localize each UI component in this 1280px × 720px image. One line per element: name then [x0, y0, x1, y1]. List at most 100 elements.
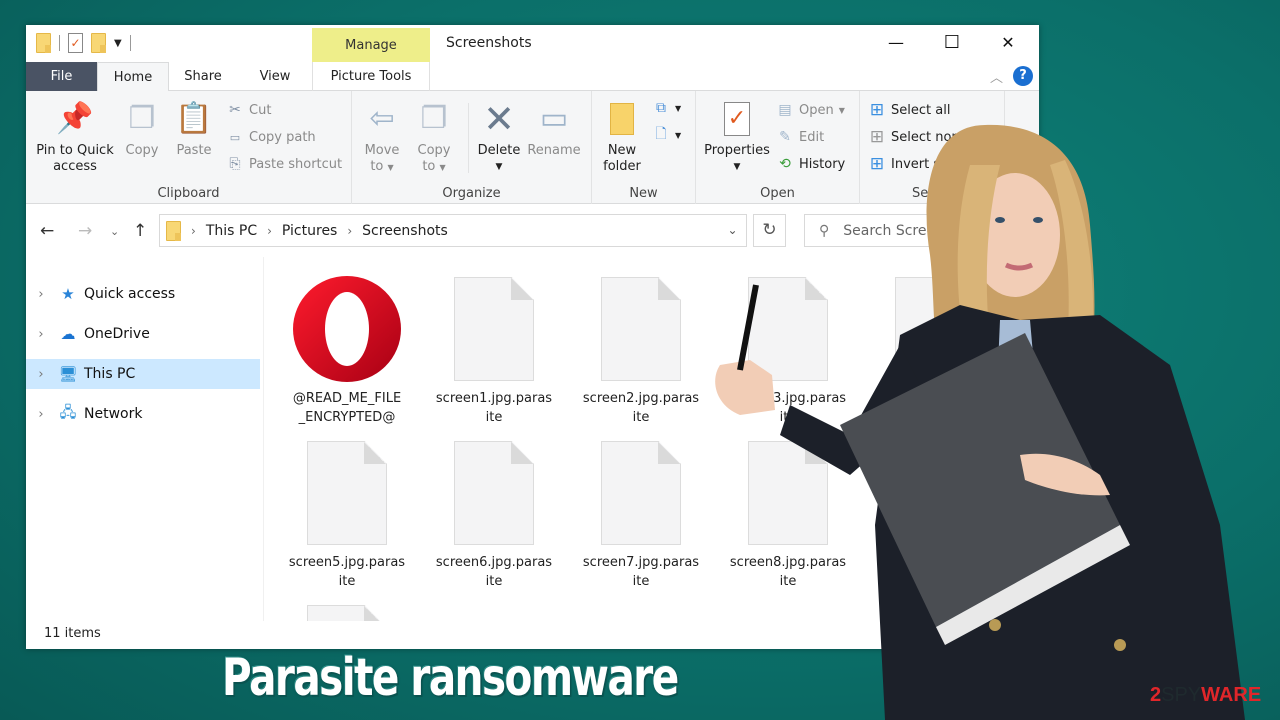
file-name-2: ite — [632, 410, 650, 425]
maximize-button[interactable]: ☐ — [929, 29, 975, 57]
select-none-button[interactable]: ⊞ Select none — [868, 126, 968, 148]
pin-label-1: Pin to Quick — [36, 143, 114, 158]
tab-view[interactable]: View — [246, 62, 304, 91]
help-icon[interactable]: ? — [1013, 66, 1033, 86]
file-name-2: ite — [926, 410, 944, 425]
copy-path-button[interactable]: ▭ Copy path — [226, 126, 316, 148]
file-item-partial[interactable] — [282, 605, 412, 621]
file-name-2: ite — [632, 574, 650, 589]
nav-item-quick-access[interactable]: › ★ Quick access — [26, 279, 260, 309]
chevron-right-icon[interactable]: › — [26, 327, 56, 342]
open-button[interactable]: ▤ Open ▼ — [776, 99, 845, 121]
paste-button[interactable]: 📋 Paste — [172, 99, 216, 159]
history-button[interactable]: ⟲ History — [776, 153, 845, 175]
scissors-icon: ✂ — [229, 102, 241, 118]
copy-icon: ❐ — [128, 101, 156, 136]
breadcrumb-pictures[interactable]: Pictures — [282, 223, 337, 239]
select-all-button[interactable]: ⊞ Select all — [868, 99, 951, 121]
easy-access-icon: 🗋 — [655, 126, 667, 142]
file-item[interactable]: screen8.jpg.paras ite — [723, 441, 853, 591]
tab-share[interactable]: Share — [173, 62, 233, 91]
properties-button[interactable]: ✓ Properties ▼ — [702, 99, 772, 175]
file-name: screen6.jpg.paras — [435, 555, 553, 570]
chevron-right-icon[interactable]: › — [26, 407, 56, 422]
group-new: New folder ⧉ ▼ 🗋 ▼ New — [592, 91, 696, 204]
forward-button[interactable]: → — [78, 221, 92, 241]
nav-label: Network — [84, 406, 143, 422]
group-clipboard: 📌 Pin to Quick access ❐ Copy 📋 Paste ✂ C… — [26, 91, 352, 204]
file-name: screen3.jpg.paras — [729, 391, 847, 406]
paste-shortcut-button[interactable]: ⎘ Paste shortcut — [226, 153, 342, 175]
history-icon: ⟲ — [779, 156, 791, 172]
file-explorer-window: ✓ ▼ Manage Screenshots — ☐ ✕ File Home S… — [26, 25, 1039, 649]
rename-button[interactable]: ▭ Rename — [526, 99, 582, 159]
file-item[interactable]: screen4.jpg.paras ite — [870, 277, 1000, 427]
properties-icon[interactable]: ✓ — [68, 33, 83, 53]
new-folder-button[interactable]: New folder — [600, 99, 644, 175]
tab-manage[interactable]: Manage — [312, 28, 430, 62]
title-bar: ✓ ▼ Manage Screenshots — ☐ ✕ — [26, 25, 1039, 62]
back-button[interactable]: ← — [40, 221, 54, 241]
nav-item-network[interactable]: › 🖧 Network — [26, 399, 260, 429]
chevron-right-icon[interactable]: › — [26, 367, 56, 382]
cut-button[interactable]: ✂ Cut — [226, 99, 271, 121]
breadcrumb-screenshots[interactable]: Screenshots — [362, 223, 448, 239]
cut-label: Cut — [249, 102, 272, 118]
new-folder-icon — [600, 99, 644, 139]
ribbon-controls: ︿ ? — [990, 66, 1033, 86]
new-item-button[interactable]: ⧉ ▼ — [652, 97, 681, 119]
recent-locations-dropdown[interactable]: ⌄ — [110, 225, 119, 238]
file-name: screen2.jpg.paras — [582, 391, 700, 406]
pin-icon: 📌 — [56, 101, 94, 136]
minimize-button[interactable]: — — [873, 29, 919, 57]
star-icon: ★ — [61, 285, 75, 303]
chevron-right-icon[interactable]: › — [26, 287, 56, 302]
breadcrumb-this-pc[interactable]: This PC — [206, 223, 257, 239]
properties-dropdown-icon: ▼ — [733, 162, 741, 172]
blank-file-icon — [895, 277, 975, 381]
tab-file[interactable]: File — [26, 62, 97, 91]
tab-home[interactable]: Home — [97, 62, 169, 92]
up-button[interactable]: ↑ — [133, 221, 147, 241]
close-button[interactable]: ✕ — [985, 29, 1031, 57]
nav-item-onedrive[interactable]: › ☁ OneDrive — [26, 319, 260, 349]
file-item[interactable]: screen6.jpg.paras ite — [429, 441, 559, 591]
select-all-label: Select all — [891, 102, 951, 118]
file-item[interactable]: screen2.jpg.paras ite — [576, 277, 706, 427]
file-name-2: ite — [779, 410, 797, 425]
delete-button[interactable]: ✕ Delete ▼ — [474, 99, 524, 175]
file-item[interactable]: screen7.jpg.paras ite — [576, 441, 706, 591]
new-folder-icon[interactable] — [91, 33, 106, 53]
file-name: screen9.jpg.paras — [876, 555, 994, 570]
file-item[interactable]: screen9.jpg.paras ite — [870, 441, 1000, 591]
group-open: ✓ Properties ▼ ▤ Open ▼ ✎ Edit ⟲ History … — [696, 91, 860, 204]
customize-toolbar-dropdown[interactable]: ▼ — [114, 38, 122, 49]
file-item-readme[interactable]: @READ_ME_FILE _ENCRYPTED@ — [282, 275, 412, 427]
file-item[interactable]: screen3.jpg.paras ite — [723, 277, 853, 427]
address-history-dropdown[interactable]: ⌄ — [718, 214, 747, 247]
easy-access-button[interactable]: 🗋 ▼ — [652, 124, 681, 146]
move-to-button[interactable]: ⇦ Move to ▼ — [360, 99, 404, 176]
invert-selection-icon: ⊞ — [869, 154, 885, 174]
copy-button[interactable]: ❐ Copy — [120, 99, 164, 159]
paste-label: Paste — [176, 143, 212, 158]
folder-icon[interactable] — [36, 33, 51, 53]
collapse-ribbon-icon[interactable]: ︿ — [990, 67, 1003, 86]
properties-label: Properties — [704, 143, 770, 158]
file-item[interactable]: screen1.jpg.paras ite — [429, 277, 559, 427]
refresh-button[interactable]: ↻ — [753, 214, 786, 247]
nav-item-this-pc[interactable]: › 🖥 This PC — [26, 359, 260, 389]
copy-to-button[interactable]: ❐ Copy to ▼ — [412, 99, 456, 176]
address-bar[interactable]: › This PC › Pictures › Screenshots — [159, 214, 747, 247]
file-item[interactable]: screen5.jpg.paras ite — [282, 441, 412, 591]
new-folder-label-2: folder — [603, 159, 641, 174]
invert-selection-button[interactable]: ⊞ Invert selection — [868, 153, 992, 175]
file-name-2: ite — [926, 574, 944, 589]
edit-button[interactable]: ✎ Edit — [776, 126, 824, 148]
pin-to-quick-access-button[interactable]: 📌 Pin to Quick access — [34, 99, 116, 175]
folder-icon — [166, 220, 181, 241]
search-input[interactable]: ⚲ Search Screenshots — [804, 214, 1039, 247]
tab-picture-tools[interactable]: Picture Tools — [312, 62, 430, 91]
edit-icon: ✎ — [779, 129, 791, 145]
address-row: ← → ⌄ ↑ › This PC › Pictures › Screensho… — [26, 205, 1039, 257]
